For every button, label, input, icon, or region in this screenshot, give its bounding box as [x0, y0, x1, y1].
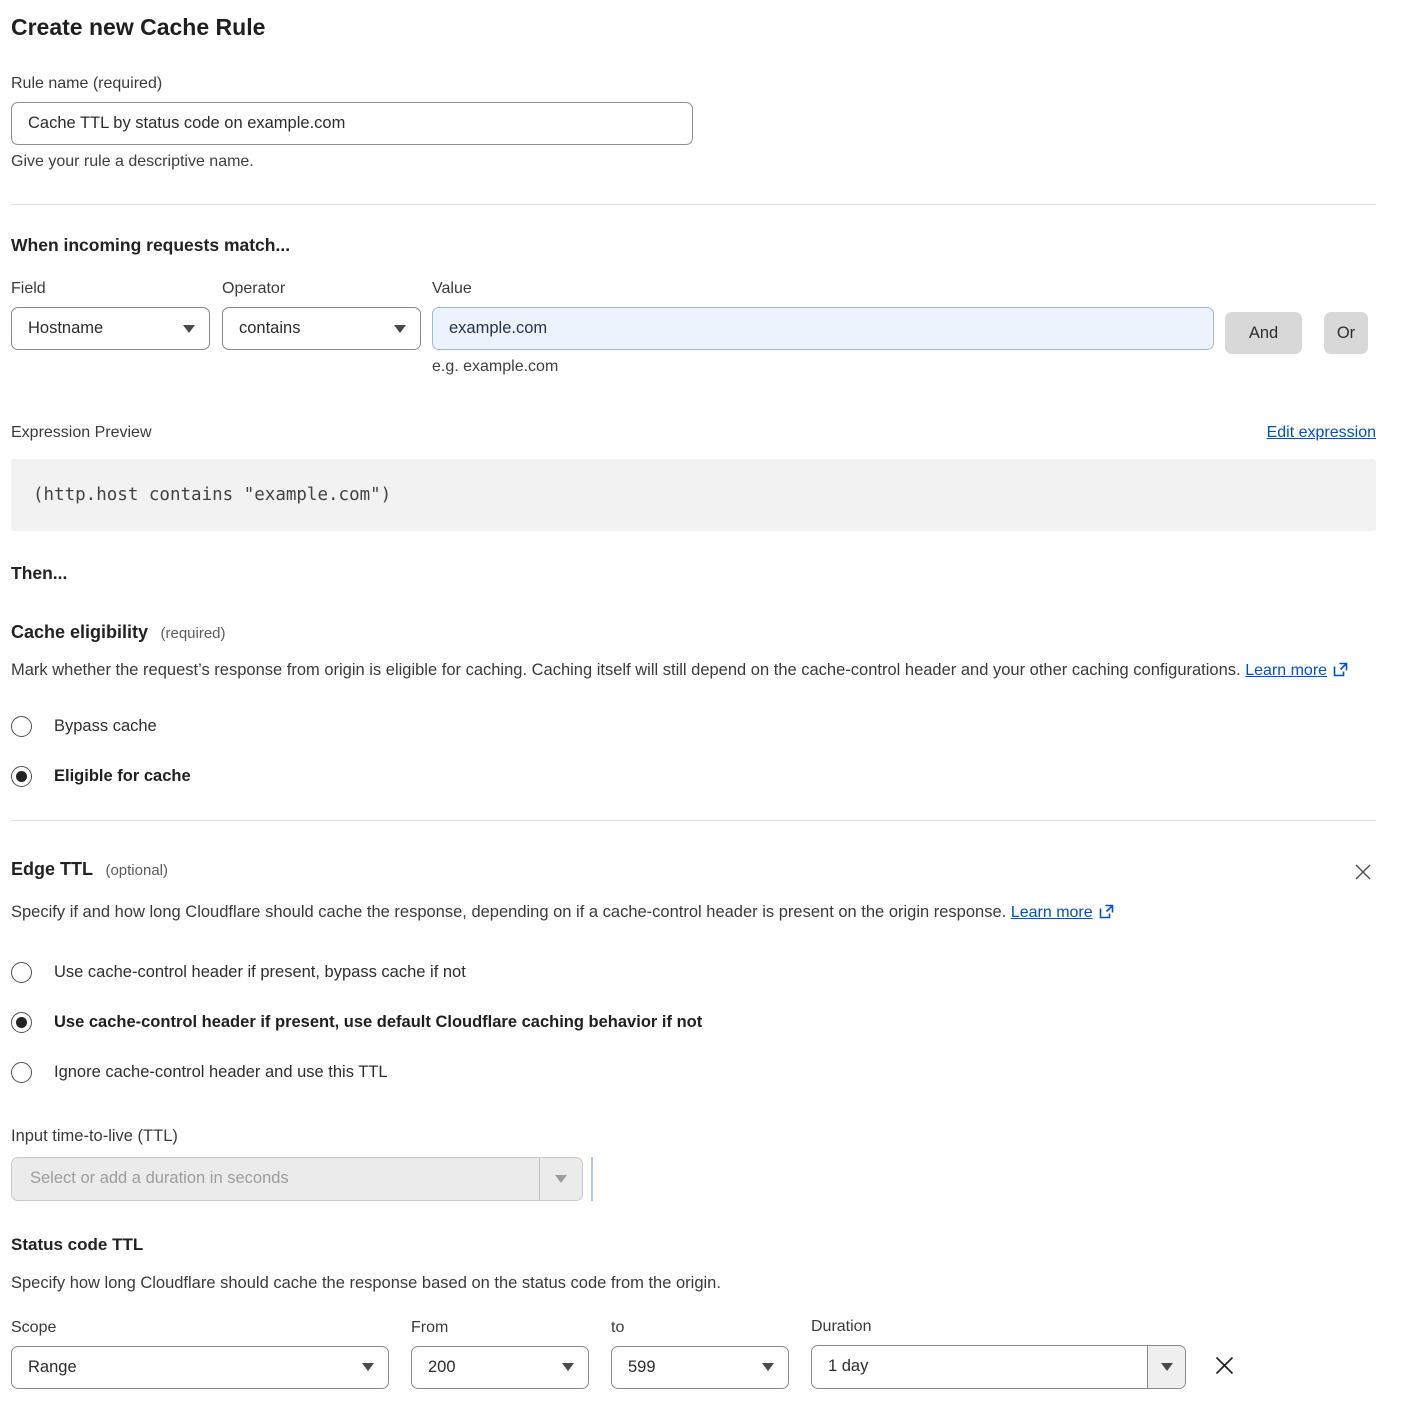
radio-use-header-bypass[interactable]: Use cache-control header if present, byp… [11, 962, 1376, 983]
ttl-duration-placeholder: Select or add a duration in seconds [12, 1169, 539, 1188]
expression-preview-label: Expression Preview [11, 424, 152, 442]
edge-ttl-section: Edge TTL (optional) Specify if and how l… [11, 859, 1376, 1389]
edge-ttl-learn-more-link[interactable]: Learn more [1011, 904, 1093, 921]
radio-eligible-for-cache[interactable]: Eligible for cache [11, 766, 1376, 787]
radio-ignore-header-label: Ignore cache-control header and use this… [54, 1063, 388, 1082]
to-select[interactable]: 599 [611, 1346, 789, 1389]
cache-eligibility-description-text: Mark whether the request’s response from… [11, 661, 1241, 679]
from-select[interactable]: 200 [411, 1346, 589, 1389]
chevron-down-icon [394, 325, 406, 333]
chevron-down-icon [555, 1175, 567, 1183]
radio-ignore-header[interactable]: Ignore cache-control header and use this… [11, 1062, 1376, 1083]
radio-icon [11, 1062, 32, 1083]
then-heading: Then... [11, 563, 1376, 584]
operator-label: Operator [222, 280, 421, 298]
cache-eligibility-heading: Cache eligibility [11, 622, 148, 642]
edge-ttl-description: Specify if and how long Cloudflare shoul… [11, 898, 1351, 929]
ttl-input-label: Input time-to-live (TTL) [11, 1127, 1376, 1146]
radio-use-header-bypass-label: Use cache-control header if present, byp… [54, 963, 466, 982]
match-condition-row: Field Hostname Operator contains Value e… [11, 280, 1376, 376]
cache-eligibility-section: Cache eligibility (required) Mark whethe… [11, 622, 1376, 787]
field-select[interactable]: Hostname [11, 307, 210, 350]
radio-bypass-cache[interactable]: Bypass cache [11, 716, 1376, 737]
cache-eligibility-description: Mark whether the request’s response from… [11, 656, 1351, 687]
status-code-ttl-heading: Status code TTL [11, 1235, 1376, 1255]
field-label: Field [11, 280, 210, 298]
radio-icon [11, 716, 32, 737]
section-divider [11, 204, 1376, 205]
remove-status-row-button[interactable] [1210, 1351, 1239, 1380]
edit-expression-link[interactable]: Edit expression [1267, 424, 1376, 442]
dropdown-arrow-button[interactable] [1147, 1346, 1185, 1388]
operator-select[interactable]: contains [222, 307, 421, 350]
edge-ttl-heading: Edge TTL [11, 859, 93, 879]
close-icon [1354, 863, 1372, 881]
text-cursor-indicator [591, 1157, 593, 1201]
chevron-down-icon [762, 1363, 774, 1371]
scope-label: Scope [11, 1319, 389, 1337]
radio-eligible-for-cache-label: Eligible for cache [54, 767, 191, 786]
create-cache-rule-form: Create new Cache Rule Rule name (require… [0, 0, 1412, 1419]
radio-selected-icon [11, 766, 32, 787]
expression-preview-box: (http.host contains "example.com") [11, 459, 1376, 531]
chevron-down-icon [183, 325, 195, 333]
status-code-ttl-section: Status code TTL Specify how long Cloudfl… [11, 1235, 1376, 1389]
scope-select-value: Range [28, 1358, 77, 1377]
edge-ttl-close-button[interactable] [1350, 859, 1376, 885]
value-input[interactable] [432, 307, 1214, 350]
close-icon [1214, 1355, 1235, 1376]
expression-code: (http.host contains "example.com") [33, 485, 391, 505]
ttl-duration-select[interactable]: Select or add a duration in seconds [11, 1157, 583, 1201]
match-heading: When incoming requests match... [11, 235, 1376, 256]
chevron-down-icon [1161, 1363, 1173, 1371]
and-button[interactable]: And [1225, 312, 1302, 354]
field-select-value: Hostname [28, 319, 103, 338]
scope-select[interactable]: Range [11, 1346, 389, 1389]
cache-eligibility-required-tag: (required) [161, 625, 226, 642]
duration-select-value: 1 day [812, 1357, 1147, 1376]
radio-use-header-default[interactable]: Use cache-control header if present, use… [11, 1012, 1376, 1033]
expression-header: Expression Preview Edit expression [11, 424, 1376, 442]
radio-use-header-default-label: Use cache-control header if present, use… [54, 1013, 702, 1032]
value-label: Value [432, 280, 1214, 298]
duration-select[interactable]: 1 day [811, 1345, 1186, 1389]
chevron-down-icon [362, 1363, 374, 1371]
rule-name-help: Give your rule a descriptive name. [11, 153, 1376, 171]
radio-bypass-cache-label: Bypass cache [54, 717, 157, 736]
page-title: Create new Cache Rule [11, 14, 1376, 41]
value-help: e.g. example.com [432, 358, 1214, 376]
dropdown-arrow-button[interactable] [539, 1158, 582, 1200]
from-select-value: 200 [428, 1358, 456, 1377]
status-code-ttl-row: Scope Range From 200 to 599 [11, 1318, 1376, 1389]
rule-name-section: Rule name (required) Give your rule a de… [11, 75, 1376, 171]
radio-selected-icon [11, 1012, 32, 1033]
rule-name-input[interactable] [11, 102, 693, 145]
chevron-down-icon [562, 1363, 574, 1371]
cache-eligibility-learn-more-link[interactable]: Learn more [1245, 662, 1327, 679]
radio-icon [11, 962, 32, 983]
or-button[interactable]: Or [1324, 312, 1368, 354]
section-divider [11, 820, 1376, 821]
rule-name-label: Rule name (required) [11, 75, 1376, 93]
to-select-value: 599 [628, 1358, 656, 1377]
operator-select-value: contains [239, 319, 300, 338]
external-link-icon [1099, 900, 1114, 929]
to-label: to [611, 1319, 789, 1337]
duration-label: Duration [811, 1318, 1186, 1336]
edge-ttl-description-text: Specify if and how long Cloudflare shoul… [11, 903, 1006, 921]
status-code-ttl-description: Specify how long Cloudflare should cache… [11, 1269, 1351, 1298]
external-link-icon [1333, 658, 1348, 687]
edge-ttl-optional-tag: (optional) [105, 862, 168, 879]
from-label: From [411, 1319, 589, 1337]
